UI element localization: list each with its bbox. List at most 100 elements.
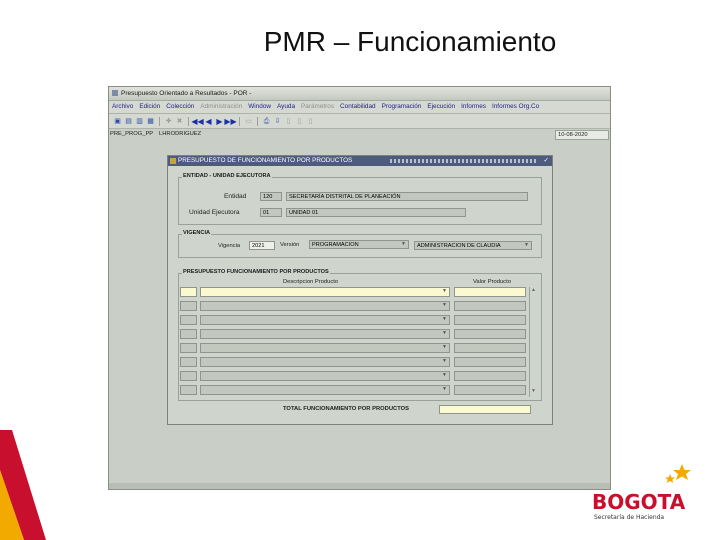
last-record-icon[interactable]: ▶▶ bbox=[224, 117, 236, 126]
form-close-icon[interactable]: ✓ bbox=[544, 156, 549, 166]
record-selector[interactable] bbox=[180, 301, 197, 311]
module-name: PRE_PROG_PP bbox=[110, 131, 154, 137]
total-label: TOTAL FUNCIONAMIENTO POR PRODUCTOS bbox=[283, 406, 410, 412]
valor-cell[interactable] bbox=[454, 287, 526, 297]
save-icon[interactable]: ▣ bbox=[113, 117, 122, 126]
total-field[interactable] bbox=[439, 405, 531, 414]
window-status-bar bbox=[109, 483, 610, 489]
download-icon[interactable]: ⇩ bbox=[273, 117, 282, 126]
menu-window[interactable]: Window bbox=[245, 101, 274, 113]
menu-programacion[interactable]: Programación bbox=[379, 101, 425, 113]
form-window: PRESUPUESTO DE FUNCIONAMIENTO POR PRODUC… bbox=[167, 155, 553, 425]
entidad-code-field[interactable]: 120 bbox=[260, 192, 282, 201]
scroll-up-icon[interactable]: ▲ bbox=[531, 287, 536, 293]
valor-cell[interactable] bbox=[454, 385, 526, 395]
svg-text:BOGOTA: BOGOTA bbox=[592, 490, 686, 514]
chevron-down-icon[interactable]: ▼ bbox=[441, 373, 448, 378]
record-selector[interactable] bbox=[180, 287, 197, 297]
app-window: Presupuesto Orientado a Resultados - POR… bbox=[108, 86, 611, 490]
current-date: 10-08-2020 bbox=[555, 130, 609, 140]
valor-cell[interactable] bbox=[454, 329, 526, 339]
remove-icon[interactable]: ✖ bbox=[175, 117, 184, 126]
valor-cell[interactable] bbox=[454, 343, 526, 353]
delete-icon[interactable]: ▦ bbox=[146, 117, 155, 126]
first-record-icon[interactable]: ◀◀ bbox=[191, 117, 203, 126]
table-row: ▼ bbox=[180, 385, 540, 396]
previous-record-icon[interactable]: ◀ bbox=[204, 117, 213, 126]
entidad-frame bbox=[178, 177, 542, 225]
print-icon[interactable]: ▤ bbox=[124, 117, 133, 126]
chevron-down-icon[interactable]: ▼ bbox=[441, 331, 448, 336]
valor-cell[interactable] bbox=[454, 315, 526, 325]
menu-administracion[interactable]: Administración bbox=[197, 101, 245, 113]
table-row: ▼ bbox=[180, 287, 540, 298]
record-selector[interactable] bbox=[180, 343, 197, 353]
menu-informes[interactable]: Informes bbox=[458, 101, 489, 113]
products-grid: ▼ ▼ ▼ ▼ ▼ ▼ ▼ ▼ ▲ ▼ bbox=[180, 287, 540, 399]
chevron-down-icon[interactable]: ▼ bbox=[523, 243, 530, 248]
disabled-tool-icon[interactable]: ▯ bbox=[295, 117, 304, 126]
table-row: ▼ bbox=[180, 371, 540, 382]
chevron-down-icon[interactable]: ▼ bbox=[441, 303, 448, 308]
printer-icon[interactable]: ⎙ bbox=[262, 117, 271, 126]
record-selector[interactable] bbox=[180, 371, 197, 381]
chevron-down-icon[interactable]: ▼ bbox=[441, 345, 448, 350]
valor-cell[interactable] bbox=[454, 357, 526, 367]
chevron-down-icon[interactable]: ▼ bbox=[441, 317, 448, 322]
titlebar-grip bbox=[390, 159, 538, 163]
bogota-logo: BOGOTA Secretaría de Hacienda bbox=[592, 464, 691, 521]
chevron-down-icon[interactable]: ▼ bbox=[441, 359, 448, 364]
menu-ejecucion[interactable]: Ejecución bbox=[424, 101, 458, 113]
grid-scrollbar[interactable]: ▲ ▼ bbox=[529, 287, 538, 397]
table-row: ▼ bbox=[180, 329, 540, 340]
descripcion-cell[interactable]: ▼ bbox=[200, 315, 450, 325]
entidad-name-field[interactable]: SECRETARÍA DISTRITAL DE PLANEACIÓN bbox=[286, 192, 528, 201]
unidad-name-field[interactable]: UNIDAD 01 bbox=[286, 208, 466, 217]
form-icon bbox=[170, 158, 176, 164]
menu-contabilidad[interactable]: Contabilidad bbox=[337, 101, 379, 113]
disabled-tool-icon[interactable]: ▯ bbox=[284, 117, 293, 126]
toolbar-separator bbox=[188, 116, 189, 126]
administracion-select[interactable]: ADMINISTRACION DE CLAUDIA ▼ bbox=[414, 241, 532, 250]
record-selector[interactable] bbox=[180, 385, 197, 395]
column-header-valor: Valor Producto bbox=[473, 279, 511, 285]
menu-coleccion[interactable]: Colección bbox=[163, 101, 197, 113]
menu-parametros[interactable]: Parámetros bbox=[298, 101, 337, 113]
disk-icon[interactable]: ▭ bbox=[244, 117, 253, 126]
vigencia-label: Vigencia bbox=[218, 243, 241, 249]
chevron-down-icon[interactable]: ▼ bbox=[441, 289, 448, 294]
record-selector[interactable] bbox=[180, 315, 197, 325]
version-select[interactable]: PROGRAMACION ▼ bbox=[309, 240, 409, 249]
unidad-code-field[interactable]: 01 bbox=[260, 208, 282, 217]
scroll-down-icon[interactable]: ▼ bbox=[531, 388, 536, 394]
print-preview-icon[interactable]: ▥ bbox=[135, 117, 144, 126]
descripcion-cell[interactable]: ▼ bbox=[200, 371, 450, 381]
descripcion-cell[interactable]: ▼ bbox=[200, 385, 450, 395]
unidad-label: Unidad Ejecutora bbox=[189, 209, 240, 216]
record-selector[interactable] bbox=[180, 329, 197, 339]
menu-archivo[interactable]: Archivo bbox=[109, 101, 136, 113]
valor-cell[interactable] bbox=[454, 371, 526, 381]
menu-edicion[interactable]: Edición bbox=[136, 101, 163, 113]
chevron-down-icon[interactable]: ▼ bbox=[441, 387, 448, 392]
menu-informes-org[interactable]: Informes Org.Co bbox=[489, 101, 542, 113]
record-selector[interactable] bbox=[180, 357, 197, 367]
valor-cell[interactable] bbox=[454, 301, 526, 311]
version-label: Versión bbox=[280, 242, 300, 248]
toolbar-separator bbox=[239, 116, 240, 126]
menu-ayuda[interactable]: Ayuda bbox=[274, 101, 298, 113]
next-record-icon[interactable]: ▶ bbox=[215, 117, 224, 126]
insert-icon[interactable]: ✚ bbox=[164, 117, 173, 126]
chevron-down-icon[interactable]: ▼ bbox=[400, 242, 407, 247]
table-row: ▼ bbox=[180, 343, 540, 354]
descripcion-cell[interactable]: ▼ bbox=[200, 287, 450, 297]
table-row: ▼ bbox=[180, 315, 540, 326]
descripcion-cell[interactable]: ▼ bbox=[200, 329, 450, 339]
descripcion-cell[interactable]: ▼ bbox=[200, 301, 450, 311]
descripcion-cell[interactable]: ▼ bbox=[200, 343, 450, 353]
disabled-tool-icon[interactable]: ▯ bbox=[306, 117, 315, 126]
entidad-label: Entidad bbox=[224, 193, 247, 200]
vigencia-field[interactable]: 2021 bbox=[249, 241, 275, 250]
administracion-select-value: ADMINISTRACION DE CLAUDIA bbox=[417, 243, 501, 249]
descripcion-cell[interactable]: ▼ bbox=[200, 357, 450, 367]
